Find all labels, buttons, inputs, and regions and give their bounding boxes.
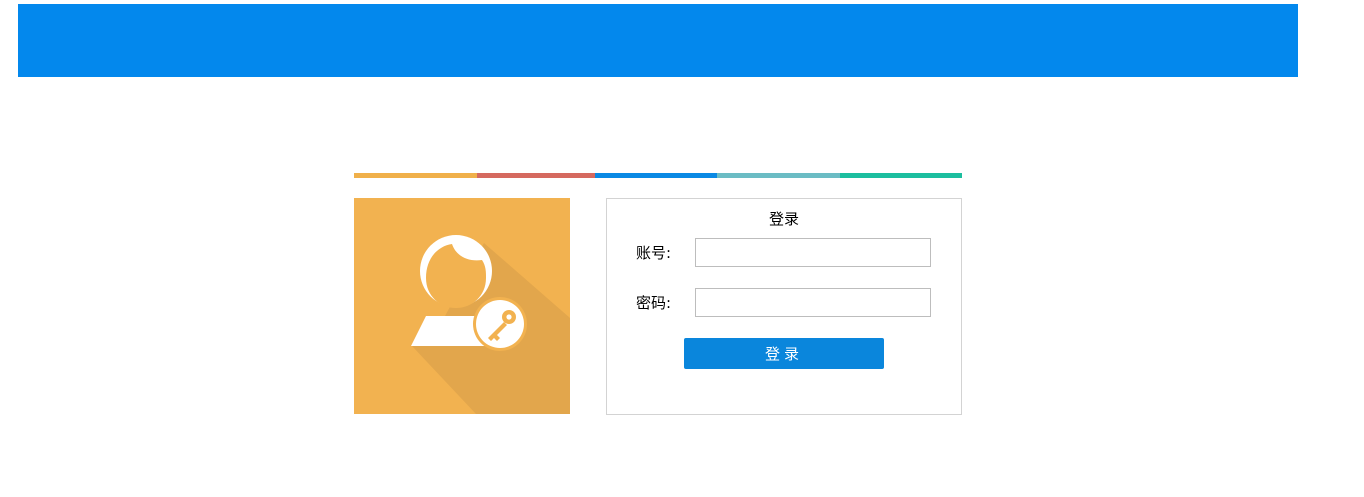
strip-segment-4 bbox=[717, 173, 840, 178]
account-label: 账号: bbox=[636, 244, 672, 262]
login-button[interactable]: 登录 bbox=[684, 338, 884, 369]
password-label: 密码: bbox=[636, 294, 672, 312]
login-page: 登录 账号: 密码: 登录 bbox=[0, 0, 1364, 497]
color-strip bbox=[354, 173, 962, 178]
password-input[interactable] bbox=[695, 288, 931, 317]
login-title: 登录 bbox=[768, 210, 799, 228]
strip-segment-1 bbox=[354, 173, 477, 178]
strip-segment-5 bbox=[840, 173, 962, 178]
user-key-icon bbox=[354, 198, 570, 414]
account-input[interactable] bbox=[695, 238, 931, 267]
avatar-panel bbox=[354, 198, 570, 414]
header-bar bbox=[18, 4, 1298, 77]
strip-segment-2 bbox=[477, 173, 595, 178]
login-form: 登录 账号: 密码: 登录 bbox=[606, 198, 962, 415]
strip-segment-3 bbox=[595, 173, 717, 178]
